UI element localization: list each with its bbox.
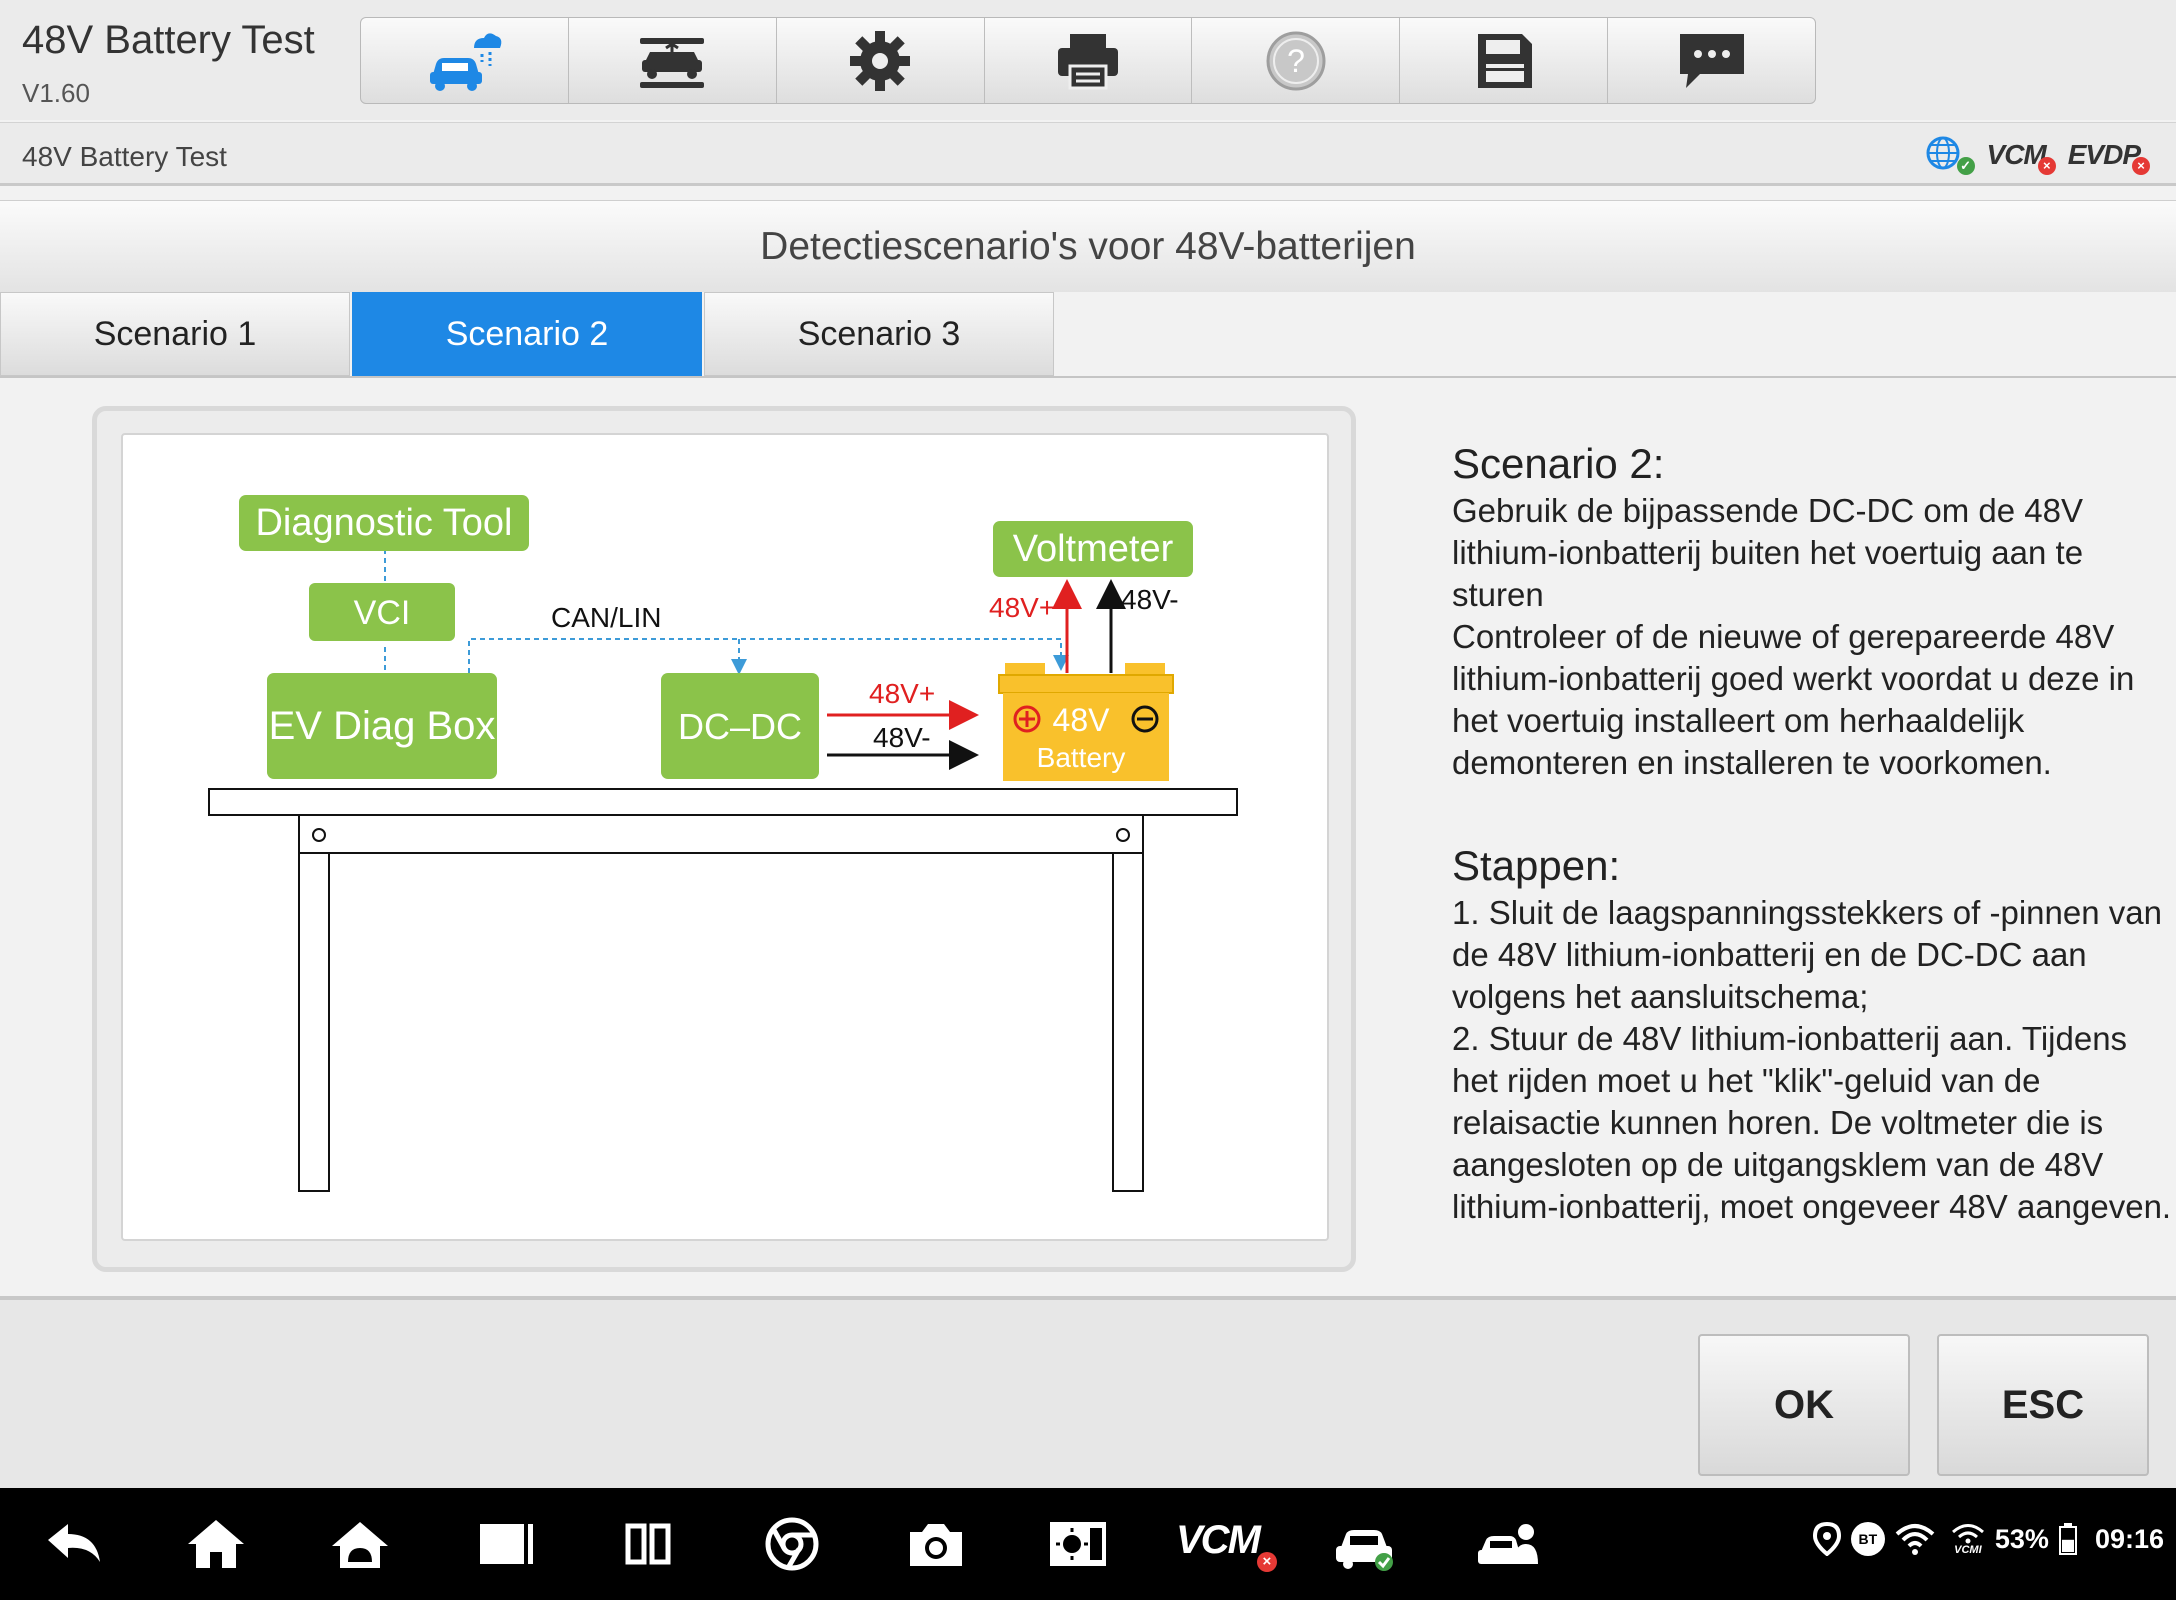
app-header: 48V Battery Test V1.60 ? bbox=[0, 0, 2176, 120]
wifi-icon bbox=[1895, 1524, 1935, 1555]
svg-text:?: ? bbox=[1287, 43, 1305, 79]
toolbar-button-car-lift[interactable] bbox=[569, 18, 777, 103]
vcmi-wifi-icon bbox=[1951, 1524, 1984, 1544]
esc-button[interactable]: ESC bbox=[1937, 1334, 2149, 1476]
help-icon: ? bbox=[1266, 31, 1326, 90]
save-icon bbox=[1477, 33, 1532, 88]
printer-icon bbox=[1058, 33, 1118, 89]
voltmeter-label: Voltmeter bbox=[1013, 528, 1174, 570]
scenario-description: Scenario 2: Gebruik de bijpassende DC-DC… bbox=[1452, 438, 2172, 1228]
car-person-icon bbox=[1478, 1524, 1538, 1564]
diagram-panel: Diagnostic Tool VCI CAN/LIN EV Diag Box … bbox=[121, 433, 1329, 1241]
tab-scenario-3[interactable]: Scenario 3 bbox=[704, 292, 1054, 376]
vci-label: VCI bbox=[354, 594, 411, 632]
diagnostic-tool-label: Diagnostic Tool bbox=[255, 502, 512, 544]
brightness-icon bbox=[1050, 1522, 1106, 1566]
title-bar: Detectiescenario's voor 48V-batterijen bbox=[0, 200, 2176, 292]
dcdc-neg-label: 48V- bbox=[873, 722, 931, 753]
page-title: Detectiescenario's voor 48V-batterijen bbox=[760, 225, 1416, 268]
car-lift-icon bbox=[640, 37, 705, 88]
ev-diag-box-label: EV Diag Box bbox=[269, 704, 496, 748]
network-status: ✓ bbox=[1925, 135, 1975, 175]
error-badge-icon: × bbox=[2132, 157, 2150, 175]
chat-icon bbox=[1679, 33, 1744, 88]
toolbar: ? bbox=[360, 17, 1816, 104]
car-icon bbox=[1336, 1530, 1393, 1571]
voltmeter-pos-label: 48V+ bbox=[989, 592, 1055, 623]
can-lin-label: CAN/LIN bbox=[551, 602, 661, 633]
car-cloud-icon bbox=[430, 32, 502, 91]
status-icons: ✓ VCM × EVDP × bbox=[1925, 133, 2150, 177]
error-badge-icon: × bbox=[2037, 157, 2056, 175]
nav-car-status-button[interactable] bbox=[1332, 1514, 1396, 1574]
toolbar-button-help[interactable]: ? bbox=[1192, 18, 1401, 103]
battery-label: Battery bbox=[1037, 742, 1126, 773]
toolbar-button-settings[interactable] bbox=[777, 18, 985, 103]
gear-icon bbox=[850, 30, 911, 91]
vcmi-label: VCMI bbox=[1954, 1544, 1982, 1556]
breadcrumb: 48V Battery Test bbox=[22, 141, 227, 172]
tab-scenario-1[interactable]: Scenario 1 bbox=[0, 292, 350, 376]
app-version: V1.60 bbox=[22, 78, 90, 108]
table-drawing bbox=[208, 788, 1238, 1192]
nav-remote-expert-button[interactable] bbox=[1476, 1514, 1540, 1574]
bluetooth-status: BT bbox=[1850, 1522, 1885, 1556]
connection-diagram: Diagnostic Tool VCI CAN/LIN EV Diag Box … bbox=[208, 495, 1238, 1192]
battery-level-icon bbox=[2058, 1523, 2077, 1555]
nav-split-screen-button[interactable] bbox=[616, 1514, 680, 1574]
vcm-status-label: VCM bbox=[1986, 139, 2047, 170]
voltmeter-neg-label: 48V- bbox=[1121, 584, 1179, 615]
breadcrumb-bar: 48V Battery Test ✓ VCM × EVDP × bbox=[0, 122, 2176, 186]
steps-heading: Stappen: bbox=[1452, 842, 1621, 889]
check-badge-icon: ✓ bbox=[1956, 157, 1975, 175]
split-screen-icon bbox=[625, 1523, 671, 1565]
main-content: Diagnostic Tool VCI CAN/LIN EV Diag Box … bbox=[0, 380, 2176, 1296]
step-2: 2. Stuur de 48V lithium-ionbatterij aan.… bbox=[1452, 1020, 2172, 1225]
error-badge-icon: × bbox=[1256, 1552, 1277, 1572]
evdp-status: EVDP × bbox=[2067, 135, 2150, 175]
home-icon bbox=[188, 1520, 244, 1568]
toolbar-button-print[interactable] bbox=[985, 18, 1193, 103]
system-navbar: VCM × BT VCMI 53% 09:16 bbox=[0, 1488, 2176, 1600]
nav-home-button[interactable] bbox=[184, 1514, 248, 1574]
nav-camera-button[interactable] bbox=[904, 1514, 968, 1574]
scenario-text-1: Gebruik de bijpassende DC-DC om de 48V l… bbox=[1452, 492, 2084, 613]
chrome-icon bbox=[765, 1517, 819, 1571]
vcm-status: VCM × bbox=[1986, 135, 2056, 175]
dc-dc-label: DC–DC bbox=[678, 706, 802, 747]
step-1: 1. Sluit de laagspanningsstekkers of -pi… bbox=[1452, 894, 2162, 1015]
recents-icon bbox=[480, 1524, 533, 1564]
action-bar: OK ESC bbox=[0, 1296, 2176, 1488]
dcdc-pos-label: 48V+ bbox=[869, 678, 935, 709]
ok-button[interactable]: OK bbox=[1698, 1334, 1910, 1476]
nav-vcm-button[interactable]: VCM × bbox=[1176, 1518, 1277, 1572]
clock: 09:16 bbox=[2094, 1523, 2164, 1554]
evdp-status-label: EVDP bbox=[2067, 139, 2141, 170]
nav-back-button[interactable] bbox=[42, 1514, 106, 1574]
location-icon bbox=[1812, 1522, 1841, 1556]
battery-voltage-label: 48V bbox=[1053, 702, 1111, 738]
tab-scenario-2[interactable]: Scenario 2 bbox=[352, 292, 702, 376]
back-icon bbox=[48, 1524, 100, 1562]
toolbar-button-car-cloud[interactable] bbox=[361, 18, 569, 103]
bluetooth-label: BT bbox=[1858, 1531, 1878, 1547]
nav-browser-button[interactable] bbox=[760, 1514, 824, 1574]
toolbar-button-save[interactable] bbox=[1400, 18, 1609, 103]
android-home-icon bbox=[332, 1522, 388, 1568]
camera-icon bbox=[910, 1524, 962, 1566]
battery-percentage: 53% bbox=[1994, 1523, 2049, 1554]
nav-android-button[interactable] bbox=[328, 1514, 392, 1574]
vcmi-wifi-status: VCMI bbox=[1951, 1522, 1985, 1556]
app-title: 48V Battery Test bbox=[22, 18, 315, 62]
scenario-heading: Scenario 2: bbox=[1452, 440, 1665, 487]
toolbar-button-chat[interactable] bbox=[1608, 18, 1815, 103]
nav-recents-button[interactable] bbox=[474, 1514, 538, 1574]
diagram-frame: Diagnostic Tool VCI CAN/LIN EV Diag Box … bbox=[92, 406, 1356, 1272]
nav-display-button[interactable] bbox=[1046, 1514, 1110, 1574]
system-tray: BT VCMI 53% 09:16 bbox=[1812, 1522, 2164, 1556]
scenario-tabs: Scenario 1 Scenario 2 Scenario 3 bbox=[0, 292, 2176, 378]
vcm-nav-label: VCM bbox=[1176, 1518, 1261, 1562]
scenario-text-2: Controleer of de nieuwe of gerepareerde … bbox=[1452, 618, 2135, 781]
